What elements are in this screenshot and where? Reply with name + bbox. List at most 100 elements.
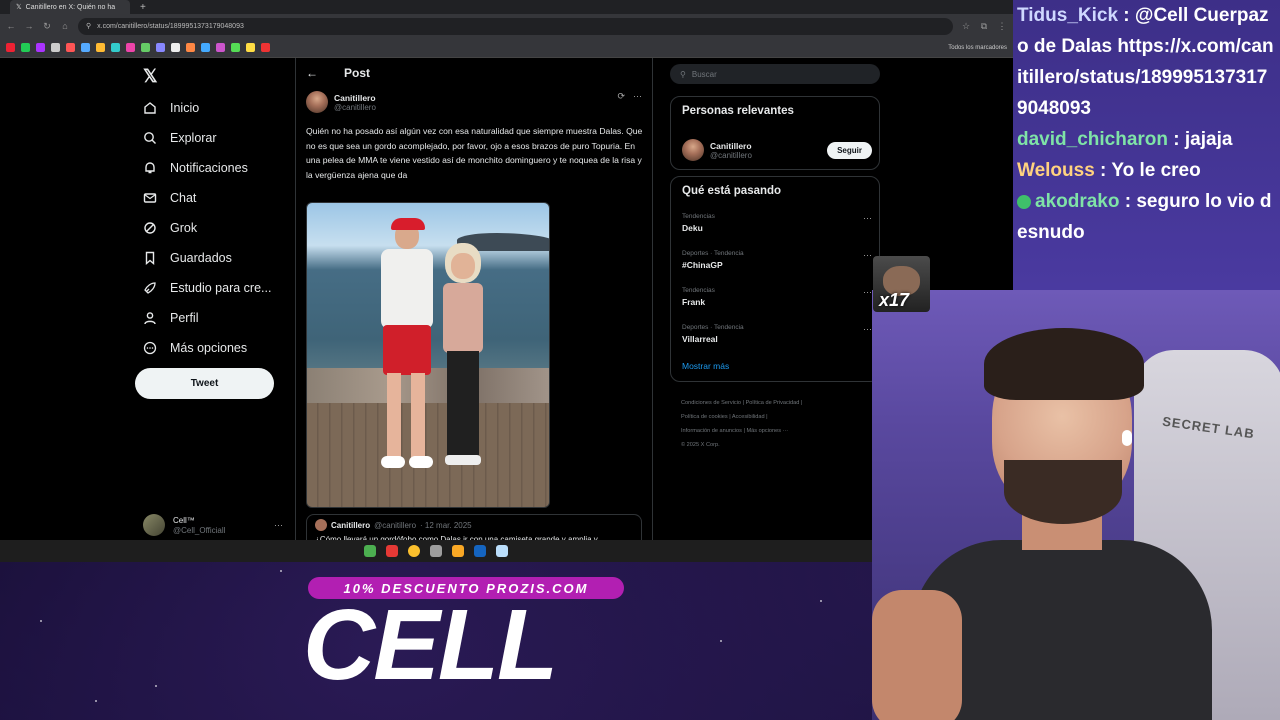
footer-link[interactable]: Información de anuncios — [681, 428, 742, 434]
avatar — [143, 514, 165, 536]
footer-link[interactable]: Más opciones ··· — [747, 428, 789, 434]
extensions-icon[interactable]: ⧉ — [979, 21, 989, 31]
tweet-button[interactable]: Tweet — [135, 368, 274, 399]
photoshop-icon[interactable] — [474, 545, 486, 557]
post-image[interactable] — [306, 202, 550, 508]
app-icon[interactable] — [364, 545, 376, 557]
bookmark-icon[interactable] — [201, 43, 210, 52]
avatar — [315, 519, 327, 531]
bookmark-icon[interactable] — [96, 43, 105, 52]
bookmark-icon[interactable] — [51, 43, 60, 52]
home-icon[interactable]: ⌂ — [60, 21, 70, 31]
search-placeholder: Buscar — [691, 69, 717, 79]
bookmark-icon[interactable] — [6, 43, 15, 52]
bookmark-icon[interactable] — [66, 43, 75, 52]
more-icon[interactable]: ··· — [633, 91, 642, 102]
nav-item-guardados[interactable]: Guardados — [142, 248, 232, 268]
footer-link[interactable]: Condiciones de Servicio — [681, 400, 741, 406]
mail-icon — [142, 191, 157, 206]
trend-item[interactable]: Deportes · Tendencia Villarreal ··· — [682, 324, 872, 344]
chat-message: david_chicharon : jajaja — [1017, 124, 1276, 155]
bookmark-icon[interactable] — [21, 43, 30, 52]
bookmark-icon[interactable] — [156, 43, 165, 52]
streamer-brand: CELL — [303, 589, 558, 701]
bookmark-icon[interactable] — [216, 43, 225, 52]
more-icon[interactable]: ··· — [863, 287, 872, 297]
relevant-person[interactable]: Canitillero @canitillero Seguir — [682, 139, 872, 161]
back-icon[interactable]: ← — [6, 21, 16, 31]
quote-author-handle: @canitillero — [374, 520, 417, 530]
nav-label: Más opciones — [170, 341, 248, 355]
avatar[interactable] — [306, 91, 328, 113]
streamer-beard — [1004, 460, 1122, 524]
app-icon[interactable] — [386, 545, 398, 557]
bookmark-icon[interactable] — [141, 43, 150, 52]
home-icon — [142, 101, 157, 116]
menu-icon[interactable]: ⋮ — [997, 21, 1007, 31]
bookmarks-bar: Todos los marcadores — [0, 38, 1013, 58]
nav-item-explorar[interactable]: Explorar — [142, 128, 217, 148]
earbud-icon — [1122, 430, 1132, 446]
card-title: Personas relevantes — [682, 105, 794, 117]
more-icon — [142, 341, 157, 356]
all-bookmarks-link[interactable]: Todos los marcadores — [948, 45, 1007, 51]
chrome-icon[interactable] — [408, 545, 420, 557]
app-icon[interactable] — [430, 545, 442, 557]
show-more-link[interactable]: Mostrar más — [682, 361, 729, 371]
nav-item-mas-opciones[interactable]: Más opciones — [142, 338, 247, 358]
post-text: Quién no ha posado así algún vez con esa… — [306, 126, 643, 180]
site-info-icon[interactable]: ⚲ — [86, 22, 91, 30]
author-handle[interactable]: @canitillero — [334, 103, 376, 112]
bookmark-icon[interactable] — [171, 43, 180, 52]
trend-item[interactable]: Tendencias Frank ··· — [682, 287, 872, 307]
nav-label: Explorar — [170, 131, 217, 145]
reload-icon[interactable]: ↻ — [42, 21, 52, 31]
more-icon[interactable]: ··· — [274, 520, 283, 530]
url-field[interactable]: ⚲ x.com/canitillero/status/1899951373179… — [78, 17, 953, 35]
footer-link[interactable]: Accesibilidad — [732, 414, 765, 420]
footer-link[interactable]: Política de Privacidad — [746, 400, 800, 406]
nav-item-chat[interactable]: Chat — [142, 188, 196, 208]
card-title: Qué está pasando — [682, 185, 782, 197]
app-icon[interactable] — [496, 545, 508, 557]
grok-icon[interactable]: ⟳ — [617, 91, 625, 102]
footer-link[interactable]: Política de cookies — [681, 414, 728, 420]
avatar[interactable] — [682, 139, 704, 161]
bookmark-icon[interactable] — [36, 43, 45, 52]
trend-name: Villarreal — [682, 334, 718, 344]
forward-icon[interactable]: → — [24, 21, 34, 31]
more-icon[interactable]: ··· — [863, 213, 872, 223]
back-arrow-icon[interactable]: ← — [306, 66, 318, 80]
account-switcher[interactable]: Cell™ @Cell_Officiall ··· — [143, 514, 283, 536]
bookmark-icon[interactable] — [126, 43, 135, 52]
bookmark-icon[interactable] — [261, 43, 270, 52]
more-icon[interactable]: ··· — [863, 324, 872, 334]
nav-item-inicio[interactable]: Inicio — [142, 98, 199, 118]
nav-item-perfil[interactable]: Perfil — [142, 308, 198, 328]
x-logo-icon[interactable]: 𝕏 — [143, 66, 158, 87]
quoted-post[interactable]: Canitillero @canitillero · 12 mar. 2025 … — [306, 514, 642, 544]
new-tab-icon[interactable]: + — [140, 2, 146, 13]
nav-item-estudio[interactable]: Estudio para cre... — [142, 278, 271, 298]
person-name[interactable]: Canitillero — [710, 141, 752, 151]
author-name[interactable]: Canitillero — [334, 93, 376, 103]
user-icon — [142, 311, 157, 326]
nav-item-notificaciones[interactable]: Notificaciones — [142, 158, 248, 178]
folder-icon[interactable] — [452, 545, 464, 557]
nav-item-grok[interactable]: Grok — [142, 218, 197, 238]
star-icon[interactable]: ☆ — [961, 21, 971, 31]
browser-tab[interactable]: 𝕏 Canitillero en X: Quién no ha — [10, 0, 130, 14]
trend-item[interactable]: Deportes · Tendencia #ChinaGP ··· — [682, 250, 872, 270]
trend-item[interactable]: Tendencias Deku ··· — [682, 213, 872, 233]
bookmark-icon[interactable] — [111, 43, 120, 52]
bookmark-icon[interactable] — [186, 43, 195, 52]
search-input[interactable]: ⚲ Buscar — [670, 64, 880, 84]
bookmark-icon[interactable] — [81, 43, 90, 52]
search-icon — [142, 131, 157, 146]
more-icon[interactable]: ··· — [863, 250, 872, 260]
copyright: © 2025 X Corp. — [681, 442, 720, 448]
follow-button[interactable]: Seguir — [827, 141, 872, 159]
bookmark-icon[interactable] — [231, 43, 240, 52]
post-author[interactable]: Canitillero @canitillero — [306, 91, 376, 113]
bookmark-icon[interactable] — [246, 43, 255, 52]
